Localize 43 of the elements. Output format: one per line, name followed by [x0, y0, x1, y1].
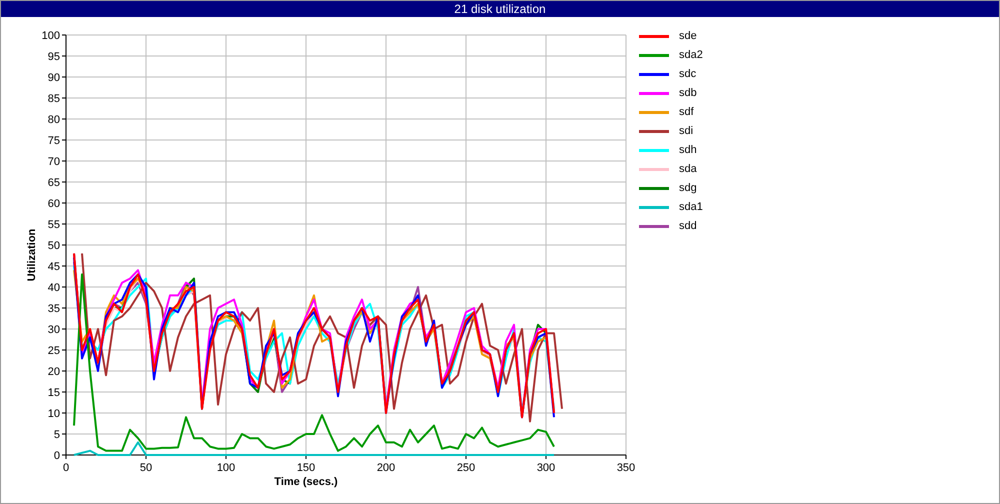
window-title: 21 disk utilization — [1, 1, 999, 17]
legend-label: sdh — [679, 142, 697, 158]
legend-label: sde — [679, 28, 697, 44]
x-tick-label: 0 — [62, 462, 70, 474]
legend-label: sdb — [679, 86, 697, 101]
y-tick-label: 45 — [48, 261, 60, 273]
y-tick-label: 100 — [42, 30, 60, 42]
legend-label: sda — [679, 162, 697, 177]
legend-label: sdc — [679, 66, 696, 82]
y-tick-label: 80 — [48, 114, 60, 126]
y-tick-label: 60 — [48, 198, 60, 210]
y-tick-label: 5 — [54, 429, 60, 441]
x-tick-label: 300 — [536, 462, 556, 474]
y-tick-label: 15 — [48, 387, 60, 399]
y-tick-label: 95 — [48, 51, 60, 63]
y-tick-label: 70 — [48, 156, 60, 168]
y-tick-label: 40 — [48, 282, 60, 294]
y-tick-label: 35 — [48, 303, 60, 315]
legend-label: sdd — [679, 218, 697, 234]
y-tick-label: 25 — [48, 345, 60, 357]
y-tick-label: 10 — [48, 408, 60, 420]
legend-label: sdg — [679, 180, 697, 196]
y-tick-label: 30 — [48, 324, 60, 336]
legend-label: sda2 — [679, 48, 703, 63]
y-tick-label: 75 — [48, 135, 60, 147]
legend-label: sda1 — [679, 200, 703, 215]
y-tick-label: 90 — [48, 72, 60, 84]
x-tick-label: 100 — [216, 462, 236, 474]
y-tick-label: 20 — [48, 366, 60, 378]
legend-label: sdi — [679, 124, 694, 139]
legend-label: sdf — [679, 104, 694, 120]
y-tick-label: 0 — [54, 450, 60, 462]
y-tick-label: 50 — [48, 240, 60, 252]
y-tick-label: 85 — [48, 93, 60, 105]
y-tick-label: 55 — [48, 219, 60, 231]
y-axis-title: Utilization — [26, 228, 38, 282]
y-tick-label: 65 — [48, 177, 60, 189]
x-tick-label: 250 — [456, 462, 476, 474]
x-tick-label: 200 — [376, 462, 396, 474]
x-tick-label: 150 — [296, 462, 316, 474]
x-tick-label: 50 — [140, 462, 152, 474]
x-tick-label: 350 — [616, 462, 636, 474]
x-axis-title: Time (secs.) — [274, 476, 338, 488]
